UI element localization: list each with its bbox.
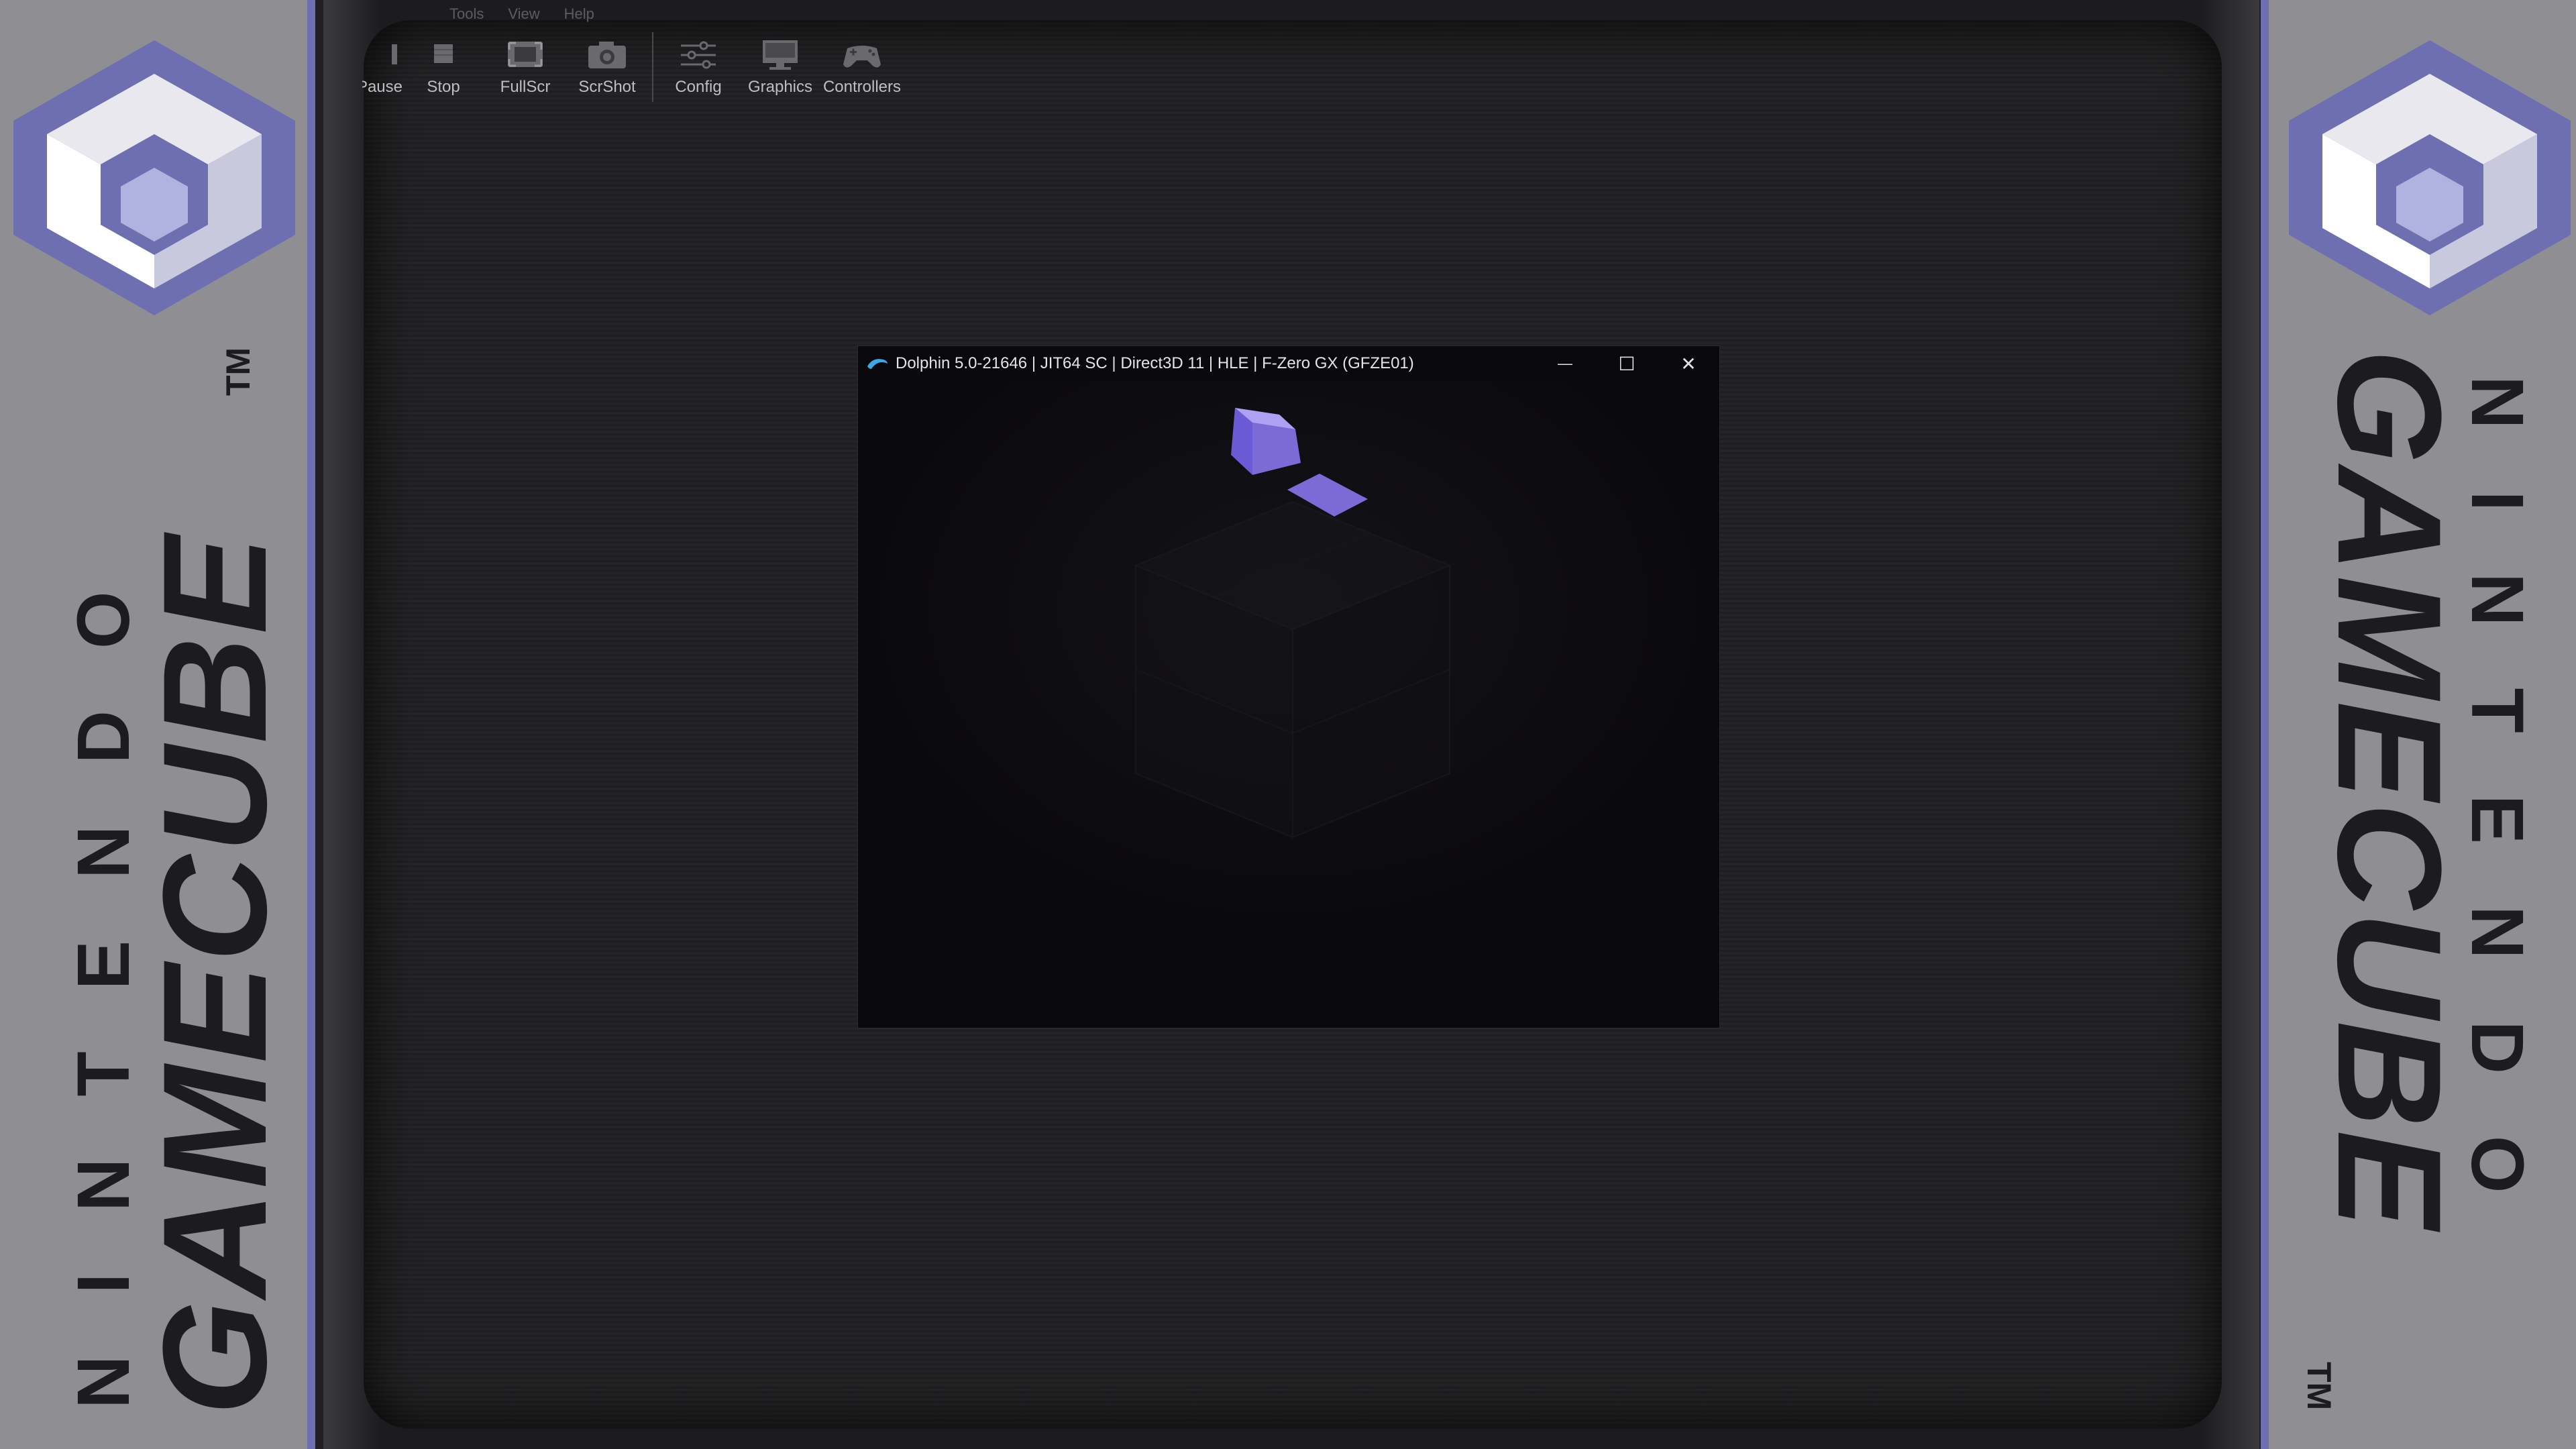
dolphin-icon <box>867 359 888 369</box>
gamecube-wordmark: GAMECUBE <box>132 533 297 1415</box>
sliders-icon <box>681 41 716 69</box>
emulator-window[interactable]: Dolphin 5.0-21646 | JIT64 SC | Direct3D … <box>857 345 1720 1028</box>
graphics-button[interactable]: Graphics <box>739 32 821 106</box>
menu-bar: Tools View Help <box>449 5 619 30</box>
gamecube-logo-icon <box>2289 40 2571 315</box>
menu-help[interactable]: Help <box>564 5 594 30</box>
right-bezel: NINTENDO GAMECUBE TM <box>2261 0 2576 1449</box>
menu-tools[interactable]: Tools <box>449 5 484 30</box>
game-render-area[interactable] <box>858 381 1719 1028</box>
maximize-button[interactable]: ☐ <box>1596 346 1658 381</box>
controllers-button[interactable]: Controllers <box>821 32 903 106</box>
monitor-icon <box>763 40 798 70</box>
gamecube-boot-cube <box>1134 500 1452 839</box>
pause-button[interactable]: Pause <box>362 32 402 106</box>
left-bezel: NINTENDO GAMECUBE TM <box>0 0 315 1449</box>
stop-button[interactable]: Stop <box>402 32 484 106</box>
menu-view[interactable]: View <box>508 5 539 30</box>
stop-icon <box>434 44 453 63</box>
gamepad-icon <box>843 46 881 68</box>
close-button[interactable]: ✕ <box>1658 346 1719 381</box>
minimize-button[interactable]: — <box>1534 346 1596 381</box>
nintendo-wordmark: NINTENDO <box>62 529 145 1409</box>
maximize-icon: ☐ <box>1618 353 1635 374</box>
fullscreen-button[interactable]: FullScr <box>484 32 566 106</box>
camera-icon <box>588 42 626 68</box>
window-title-bar[interactable]: Dolphin 5.0-21646 | JIT64 SC | Direct3D … <box>858 346 1719 381</box>
toolbar: Pause Stop FullScr ScrShot Config Graphi… <box>362 32 903 106</box>
screenshot-button[interactable]: ScrShot <box>566 32 648 106</box>
config-button[interactable]: Config <box>657 32 739 106</box>
gamecube-logo-icon <box>13 40 295 315</box>
pause-icon <box>392 44 397 64</box>
trademark-label: TM <box>219 347 257 396</box>
fullscreen-icon <box>508 42 543 67</box>
window-title: Dolphin 5.0-21646 | JIT64 SC | Direct3D … <box>896 354 1414 372</box>
trademark-label: TM <box>2300 1362 2338 1411</box>
minimize-icon: — <box>1558 355 1572 372</box>
gamecube-wordmark: GAMECUBE <box>2307 349 2472 1232</box>
toolbar-separator <box>652 32 653 102</box>
close-icon: ✕ <box>1680 353 1697 374</box>
